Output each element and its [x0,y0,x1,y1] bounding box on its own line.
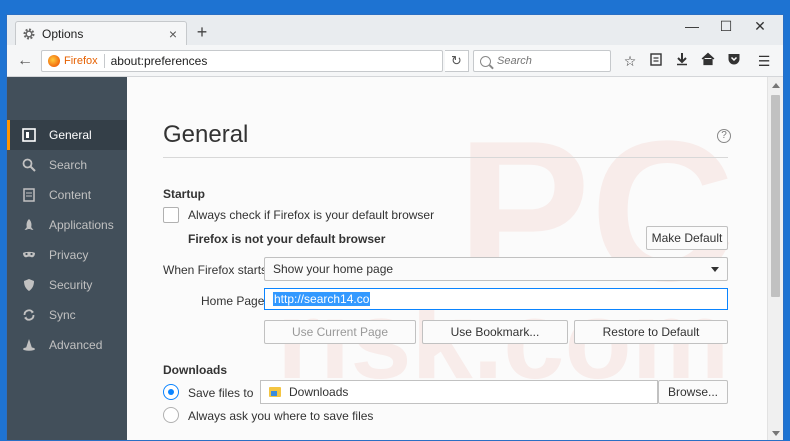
preferences-content: PC risk.com General ? Startup Always che… [127,77,767,440]
advanced-wizard-hat-icon [21,337,37,353]
preferences-sidebar: General Search Content Applications Priv… [7,77,127,440]
gear-icon [23,27,35,40]
browse-button[interactable]: Browse... [658,380,728,404]
always-ask-radio[interactable] [163,407,179,423]
general-icon [21,127,37,143]
rocket-shape [24,219,34,230]
house-shape [701,52,715,66]
downloads-arrow-icon[interactable] [673,52,691,70]
applications-icon [21,217,37,233]
folder-icon [269,387,281,397]
downloads-heading: Downloads [163,363,228,377]
download-folder-value: Downloads [289,385,349,399]
maximize-button[interactable]: ☐ [711,17,741,35]
home-page-value: http://search14.co [273,292,371,306]
tab-title: Options [42,26,84,41]
make-default-button[interactable]: Make Default [646,226,728,250]
help-question-icon[interactable]: ? [717,129,731,143]
tab-options[interactable]: Options × [15,21,187,45]
default-browser-status: Firefox is not your default browser [188,232,386,246]
close-window-button[interactable]: ✕ [745,17,775,35]
use-current-page-button[interactable]: Use Current Page [264,320,416,344]
sidebar-item-label: General [49,128,92,142]
url-separator [103,54,105,68]
sidebar-item-security[interactable]: Security [7,270,127,300]
back-arrow-icon[interactable]: ← [15,51,35,71]
wizard-hat-shape [23,339,35,351]
identity-label: Firefox [64,55,98,67]
sidebar-item-label: Sync [49,308,76,322]
firefox-logo-icon [48,55,60,67]
general-shape [22,128,36,142]
minimize-button[interactable]: — [677,17,707,35]
always-ask-label: Always ask you where to save files [188,409,374,423]
when-starts-label: When Firefox starts: [163,263,271,277]
page-title: General [163,121,249,148]
sync-shape [23,309,35,321]
default-browser-checkbox[interactable] [163,207,179,223]
security-shield-icon [21,277,37,293]
scroll-down-arrow-icon[interactable] [772,431,780,436]
home-page-label: Home Page: [201,294,268,308]
save-files-label: Save files to [188,386,254,400]
pocket-shape [728,54,740,65]
download-folder-field[interactable]: Downloads [260,380,658,404]
title-bar: Options × + — ☐ ✕ [7,15,783,45]
sidebar-item-general[interactable]: General [7,120,127,150]
home-icon[interactable] [699,52,717,70]
search-bar[interactable] [473,50,611,72]
content-icon [21,187,37,203]
sidebar-item-label: Search [49,158,88,172]
sync-icon [21,307,37,323]
sidebar-item-label: Advanced [49,338,103,352]
shield-shape [24,279,34,291]
content-scrollbar[interactable] [767,77,783,440]
sidebar-item-content[interactable]: Content [7,180,127,210]
chevron-down-icon [711,267,719,272]
sidebar-item-label: Applications [49,218,114,232]
startup-behavior-value: Show your home page [273,262,394,276]
search-shape [22,158,36,172]
hamburger-menu-icon[interactable]: ☰ [755,52,773,70]
home-page-input[interactable]: http://search14.co [264,288,728,310]
default-browser-check-label: Always check if Firefox is your default … [188,208,435,222]
mask-shape [23,251,35,258]
scroll-up-arrow-icon[interactable] [772,83,780,88]
sidebar-item-label: Content [49,188,92,202]
sidebar-item-sync[interactable]: Sync [7,300,127,330]
search-magnifier-icon [480,55,491,67]
url-text: about:preferences [110,54,208,68]
search-icon [21,157,37,173]
clipboard-shape [650,53,662,66]
privacy-mask-icon [21,247,37,263]
pocket-icon[interactable] [725,52,743,70]
save-files-radio[interactable] [163,384,179,400]
reload-icon[interactable]: ↻ [445,50,469,72]
sidebar-item-privacy[interactable]: Privacy [7,240,127,270]
sidebar-item-applications[interactable]: Applications [7,210,127,240]
sidebar-item-label: Security [49,278,93,292]
content-shape [23,188,35,202]
search-input[interactable] [497,55,597,67]
restore-default-button[interactable]: Restore to Default [574,320,728,344]
down-arrow-shape [677,53,687,66]
sidebar-item-label: Privacy [49,248,89,262]
sidebar-item-search[interactable]: Search [7,150,127,180]
sidebar-item-advanced[interactable]: Advanced [7,330,127,360]
startup-behavior-select[interactable]: Show your home page [264,257,728,281]
tab-close-icon[interactable]: × [166,27,180,41]
nav-bar: ← Firefox about:preferences ↻ ☆ ☰ [7,45,783,77]
startup-heading: Startup [163,187,205,201]
scrollbar-thumb[interactable] [771,95,780,297]
new-tab-button[interactable]: + [193,22,211,42]
title-divider [163,157,728,158]
browser-window: Options × + — ☐ ✕ ← Firefox about:prefer… [6,14,784,441]
url-bar[interactable]: Firefox about:preferences [41,50,443,72]
bookmark-star-icon[interactable]: ☆ [621,52,639,70]
use-bookmark-button[interactable]: Use Bookmark... [422,320,568,344]
reading-list-icon[interactable] [647,52,665,70]
